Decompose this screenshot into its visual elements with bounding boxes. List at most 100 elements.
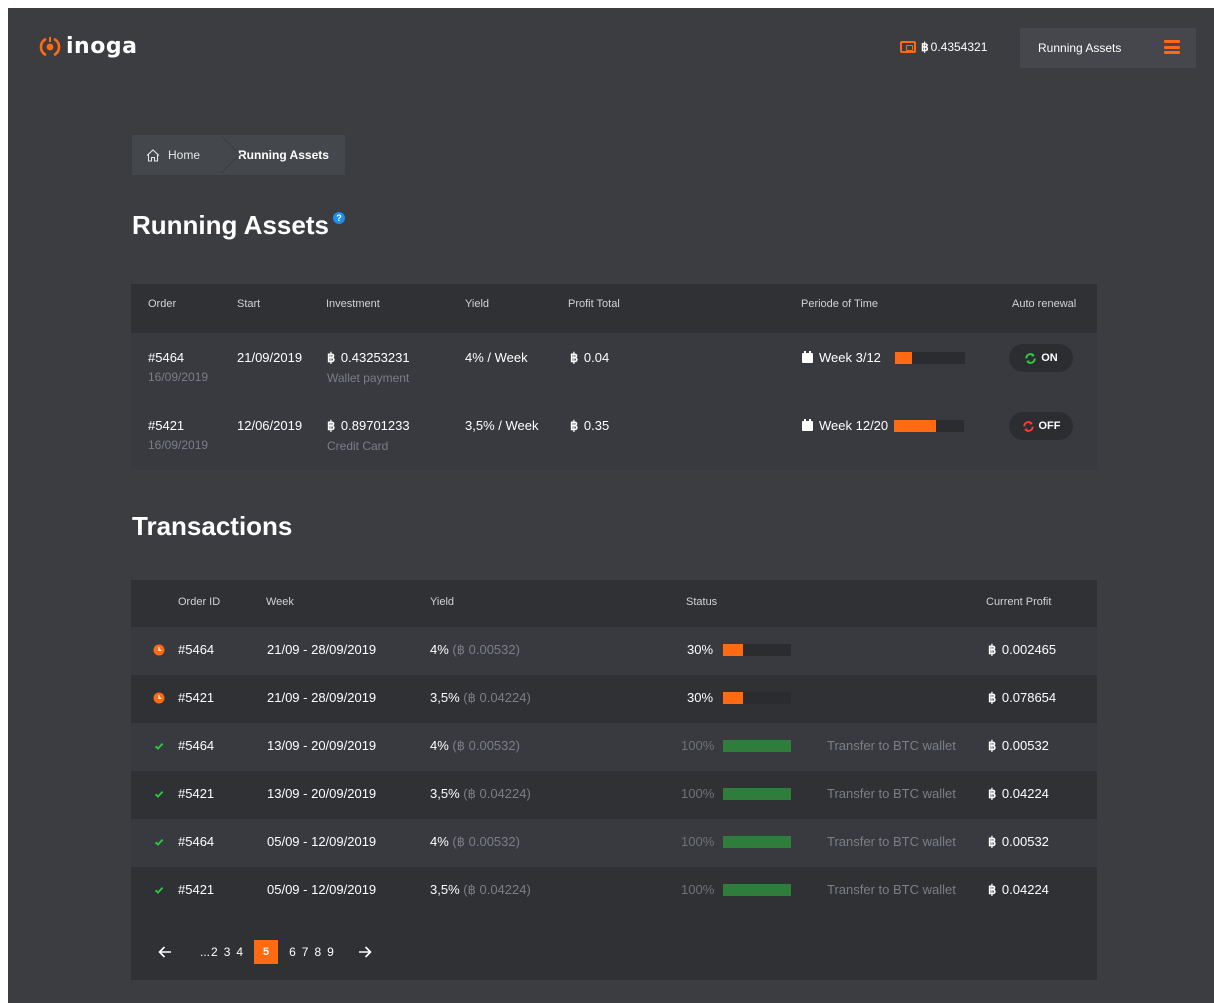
clock-icon — [153, 644, 165, 656]
breadcrumb-home[interactable]: Home — [132, 135, 214, 175]
payment-method: Credit Card — [327, 439, 389, 453]
page-link[interactable]: 4 — [236, 945, 243, 959]
transfer-note: Transfer to BTC wallet — [827, 882, 956, 897]
bitcoin-icon: ฿ — [988, 882, 997, 897]
currency-symbol: ฿ — [921, 40, 929, 54]
page-title-text: Running Assets — [132, 210, 329, 240]
order-id: #5464 — [178, 738, 215, 753]
status-cell: 100% — [681, 834, 791, 849]
progress-bar — [723, 787, 791, 800]
page-link[interactable]: 6 — [289, 945, 296, 959]
table-row[interactable]: #5421 05/09 - 12/09/2019 3,5% (฿ 0.04224) 1… — [131, 867, 1097, 915]
check-icon — [153, 740, 165, 752]
next-page-button[interactable] — [353, 940, 377, 964]
breadcrumb-current: Running Assets — [238, 148, 329, 162]
app-frame: inoga ฿ 0.4354321 Running Assets Home Ru… — [8, 8, 1214, 1003]
yield: 4% / Week — [465, 350, 528, 365]
page-link-current[interactable]: 5 — [254, 940, 279, 964]
period-cell: Week 3/12 — [802, 350, 965, 365]
auto-renewal-toggle[interactable]: ON — [1009, 344, 1073, 372]
yield-btc: (฿ 0.00532) — [452, 738, 520, 753]
status-cell: 30% — [687, 642, 791, 657]
bitcoin-icon: ฿ — [327, 350, 336, 365]
week-range: 05/09 - 12/09/2019 — [267, 834, 377, 849]
payment-method: Wallet payment — [327, 371, 410, 385]
table-row[interactable]: #5464 05/09 - 12/09/2019 4% (฿ 0.00532) 100… — [131, 819, 1097, 867]
progress-fill — [723, 787, 791, 800]
bitcoin-icon: ฿ — [988, 786, 997, 801]
week-range: 13/09 - 20/09/2019 — [267, 738, 377, 753]
current-profit-cell: ฿ 0.04224 — [988, 786, 1049, 802]
current-profit: 0.002465 — [1001, 642, 1057, 657]
running-assets-menu-button[interactable]: Running Assets — [1020, 28, 1196, 68]
bitcoin-icon: ฿ — [988, 690, 997, 705]
hamburger-menu-icon[interactable] — [1164, 40, 1180, 54]
nav-button-label: Running Assets — [1038, 41, 1122, 55]
help-icon[interactable]: ? — [332, 212, 345, 224]
profit-total: 0.35 — [583, 418, 610, 433]
table-row[interactable]: #5421 21/09 - 28/09/2019 3,5% (฿ 0.04224) 3… — [131, 675, 1097, 723]
bitcoin-icon: ฿ — [570, 350, 579, 365]
profit-total-cell: ฿ 0.35 — [570, 418, 609, 434]
investment-cell: ฿ 0.43253231 Wallet payment — [327, 350, 410, 385]
page-link[interactable]: 7 — [302, 945, 309, 959]
start-date: 12/06/2019 — [237, 418, 303, 433]
page-link[interactable]: 9 — [327, 945, 334, 959]
column-header-yield: Yield — [465, 298, 490, 310]
breadcrumb-home-label: Home — [168, 148, 201, 162]
wallet-balance[interactable]: ฿ 0.4354321 — [900, 40, 987, 54]
yield-percent: 3,5% — [430, 882, 460, 897]
status-percent: 100% — [681, 834, 715, 849]
table-row[interactable]: #5464 16/09/2019 21/09/2019 ฿ 0.43253231… — [131, 333, 1097, 401]
order-id: #5421 — [178, 882, 215, 897]
current-profit: 0.04224 — [1001, 786, 1049, 801]
status-cell: 100% — [681, 786, 791, 801]
home-icon — [146, 148, 160, 162]
check-icon — [153, 884, 165, 896]
profit-total-cell: ฿ 0.04 — [570, 350, 609, 366]
table-row[interactable]: #5421 16/09/2019 12/06/2019 ฿ 0.89701233… — [131, 401, 1097, 469]
status-percent: 30% — [687, 690, 714, 705]
week-range: 05/09 - 12/09/2019 — [267, 882, 377, 897]
order-id: #5421 — [178, 690, 215, 705]
breadcrumb: Home Running Assets — [132, 135, 345, 175]
wallet-icon — [900, 41, 916, 53]
week-label: Week 12/20 — [819, 418, 889, 433]
column-header-order: Order — [148, 298, 177, 310]
yield-btc: (฿ 0.00532) — [452, 834, 520, 849]
progress-bar — [723, 691, 791, 704]
pagination: ... 2 3 4 5 6 7 8 9 — [153, 938, 377, 966]
table-row[interactable]: #5464 21/09 - 28/09/2019 4% (฿ 0.00532) 30%… — [131, 627, 1097, 675]
logo-text: inoga — [66, 34, 138, 59]
progress-bar — [894, 419, 965, 432]
current-profit: 0.00532 — [1001, 834, 1049, 849]
progress-bar — [723, 739, 791, 752]
transfer-note: Transfer to BTC wallet — [827, 738, 956, 753]
order-id: #5464 — [148, 350, 185, 365]
column-header-status: Status — [686, 596, 718, 608]
column-header-investment: Investment — [326, 298, 380, 310]
page-link[interactable]: 3 — [224, 945, 231, 959]
table-row[interactable]: #5464 13/09 - 20/09/2019 4% (฿ 0.00532) 100… — [131, 723, 1097, 771]
page-link[interactable]: 8 — [314, 945, 321, 959]
prev-page-button[interactable] — [153, 940, 177, 964]
page-link[interactable]: 2 — [211, 945, 218, 959]
bitcoin-icon: ฿ — [988, 834, 997, 849]
week-range: 13/09 - 20/09/2019 — [267, 786, 377, 801]
order-id: #5464 — [178, 834, 215, 849]
auto-renewal-toggle[interactable]: OFF — [1009, 412, 1073, 440]
column-header-profit-total: Profit Total — [568, 298, 620, 310]
period-cell: Week 12/20 — [802, 418, 965, 433]
logo[interactable]: inoga — [38, 34, 137, 59]
yield-cell: 4% (฿ 0.00532) — [430, 642, 520, 658]
status-percent: 100% — [681, 882, 715, 897]
order-date: 16/09/2019 — [148, 438, 209, 452]
yield-percent: 4% — [430, 834, 449, 849]
status-percent: 30% — [687, 642, 714, 657]
table-row[interactable]: #5421 13/09 - 20/09/2019 3,5% (฿ 0.04224) 1… — [131, 771, 1097, 819]
current-profit: 0.00532 — [1001, 738, 1049, 753]
check-icon — [153, 788, 165, 800]
current-profit-cell: ฿ 0.04224 — [988, 882, 1049, 898]
transactions-title: Transactions — [132, 511, 293, 541]
yield: 3,5% / Week — [465, 418, 539, 433]
